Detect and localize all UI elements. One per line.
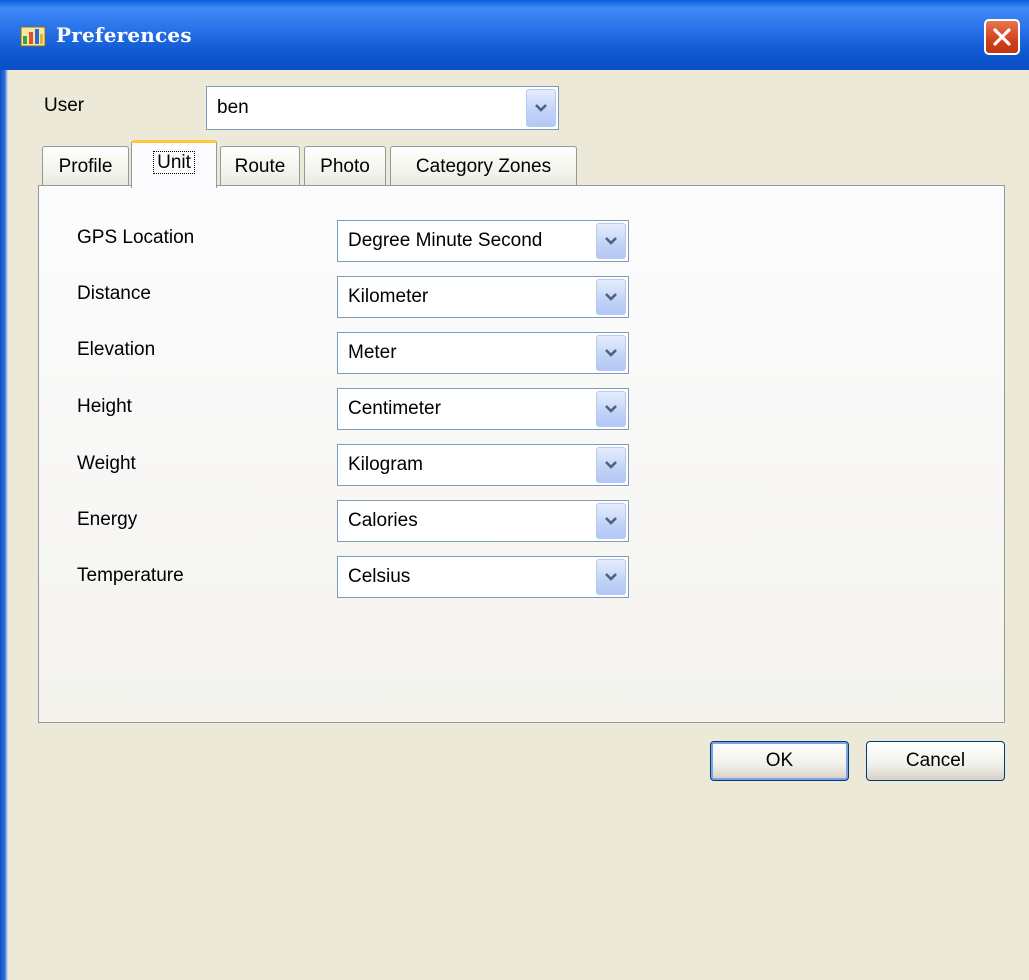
user-select-value: ben <box>217 97 249 118</box>
weight-select[interactable]: Kilogram <box>337 444 629 486</box>
height-value: Centimeter <box>348 398 441 419</box>
tab-label: Unit <box>153 151 195 174</box>
weight-dropdown-button[interactable] <box>596 447 626 483</box>
gps-location-label: GPS Location <box>77 227 195 248</box>
tab-label: Category Zones <box>415 156 552 177</box>
elevation-value: Meter <box>348 342 397 363</box>
height-label: Height <box>77 396 132 417</box>
chevron-down-icon <box>605 573 617 581</box>
app-icon <box>20 24 46 48</box>
title-bar[interactable]: Preferences <box>0 0 1029 70</box>
tab-profile[interactable]: Profile <box>42 146 129 186</box>
cancel-button[interactable]: Cancel <box>866 741 1005 781</box>
close-icon <box>993 28 1011 46</box>
distance-dropdown-button[interactable] <box>596 279 626 315</box>
tab-label: Route <box>234 156 286 177</box>
window-border <box>0 70 8 980</box>
gps-location-select[interactable]: Degree Minute Second <box>337 220 629 262</box>
distance-value: Kilometer <box>348 286 429 307</box>
chevron-down-icon <box>605 293 617 301</box>
unit-tab-panel: GPS Location Degree Minute Second Distan… <box>38 185 1005 723</box>
user-dropdown-button[interactable] <box>526 89 556 127</box>
elevation-label: Elevation <box>77 339 156 360</box>
weight-value: Kilogram <box>348 454 423 475</box>
temperature-select[interactable]: Celsius <box>337 556 629 598</box>
elevation-select[interactable]: Meter <box>337 332 629 374</box>
tab-label: Profile <box>58 156 113 177</box>
chevron-down-icon <box>605 237 617 245</box>
user-label: User <box>44 95 85 116</box>
energy-label: Energy <box>77 509 138 530</box>
preferences-dialog: Preferences User ben Profile Unit Route … <box>0 0 1029 980</box>
energy-dropdown-button[interactable] <box>596 503 626 539</box>
chevron-down-icon <box>605 405 617 413</box>
distance-select[interactable]: Kilometer <box>337 276 629 318</box>
energy-select[interactable]: Calories <box>337 500 629 542</box>
height-select[interactable]: Centimeter <box>337 388 629 430</box>
tab-unit[interactable]: Unit <box>131 140 217 188</box>
chevron-down-icon <box>605 461 617 469</box>
temperature-label: Temperature <box>77 565 184 586</box>
tab-route[interactable]: Route <box>220 146 300 186</box>
temperature-value: Celsius <box>348 566 411 587</box>
gps-location-value: Degree Minute Second <box>348 230 543 251</box>
distance-label: Distance <box>77 283 151 304</box>
temperature-dropdown-button[interactable] <box>596 559 626 595</box>
gps-location-dropdown-button[interactable] <box>596 223 626 259</box>
close-button[interactable] <box>984 19 1020 55</box>
chevron-down-icon <box>605 517 617 525</box>
chevron-down-icon <box>605 349 617 357</box>
window-title: Preferences <box>56 23 192 47</box>
tab-category-zones[interactable]: Category Zones <box>390 146 577 186</box>
ok-button[interactable]: OK <box>710 741 849 781</box>
elevation-dropdown-button[interactable] <box>596 335 626 371</box>
height-dropdown-button[interactable] <box>596 391 626 427</box>
tab-photo[interactable]: Photo <box>304 146 386 186</box>
user-select[interactable]: ben <box>206 86 559 130</box>
energy-value: Calories <box>348 510 418 531</box>
chevron-down-icon <box>535 104 547 112</box>
tab-label: Photo <box>320 156 370 177</box>
weight-label: Weight <box>77 453 136 474</box>
